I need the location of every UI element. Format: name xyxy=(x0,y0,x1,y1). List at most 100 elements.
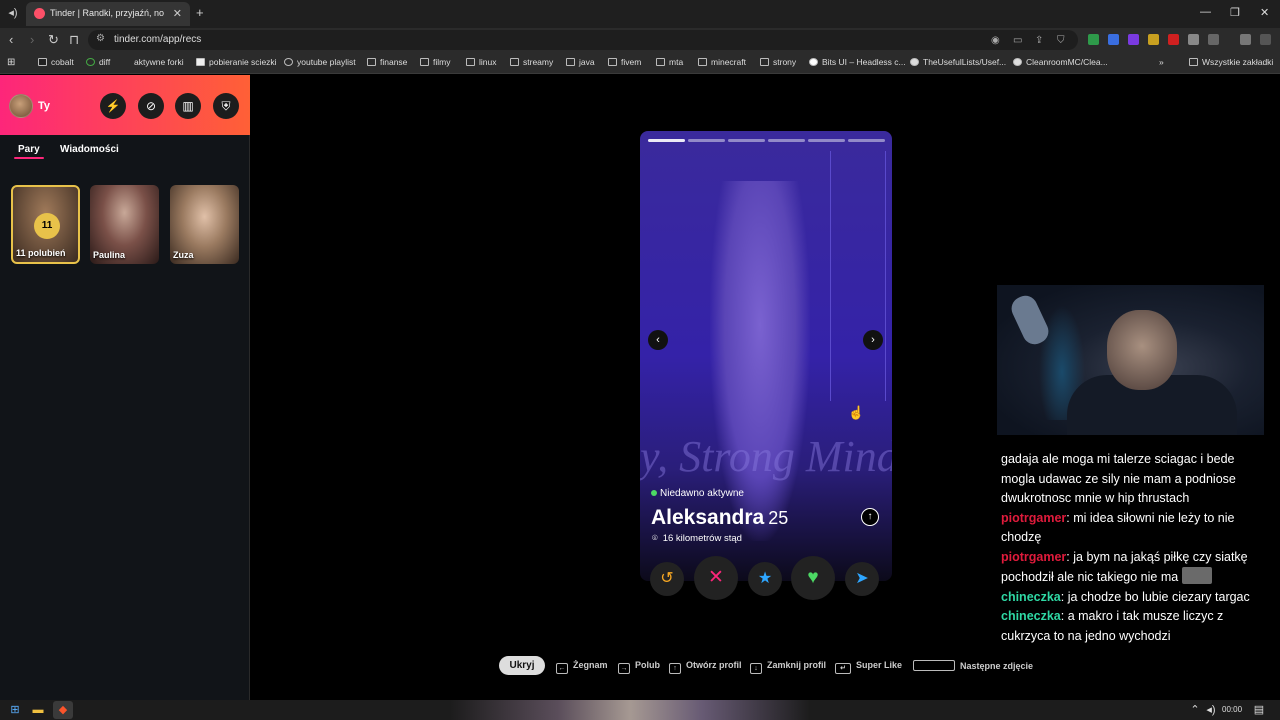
reload-icon[interactable]: ↻ xyxy=(48,32,59,48)
bookmark-item[interactable]: youtube playlist xyxy=(284,57,356,67)
new-tab-button[interactable]: + xyxy=(196,5,204,20)
match-name: Zuza xyxy=(173,250,194,260)
bookmark-folder[interactable]: java xyxy=(566,57,595,67)
shortcut-superlike: ↵ Super Like xyxy=(835,660,902,674)
bookmark-item[interactable]: TheUsefulLists/Usef... xyxy=(910,57,1006,67)
nope-button[interactable]: ✕ xyxy=(694,556,738,600)
extension-yellow-icon[interactable] xyxy=(1148,34,1159,45)
safety-shield-icon[interactable]: ⛨ xyxy=(213,93,239,119)
online-dot-icon xyxy=(651,490,657,496)
briefcase-icon[interactable]: ▥ xyxy=(175,93,201,119)
speaker-icon[interactable]: ◂) xyxy=(6,6,20,20)
chat-message: gadaja ale moga mi talerze sciagac i bed… xyxy=(1001,452,1236,505)
menu-icon[interactable] xyxy=(1260,34,1271,45)
bookmark-item[interactable]: Bits UI – Headless c... xyxy=(809,57,906,67)
close-window-icon[interactable]: ✕ xyxy=(1260,6,1269,19)
browser-tab-bar: ◂) Tinder | Randki, przyjaźń, nowe zn ✕ … xyxy=(0,0,1280,28)
chat-username: piotrgamer xyxy=(1001,549,1067,564)
browser-tab[interactable]: Tinder | Randki, przyjaźń, nowe zn ✕ xyxy=(26,2,190,26)
bookmark-item[interactable]: diff xyxy=(86,57,110,67)
shield-icon[interactable]: ⛉ xyxy=(1057,35,1065,46)
space-key-icon xyxy=(913,660,955,671)
all-bookmarks-folder[interactable]: Wszystkie zakładki xyxy=(1189,57,1273,67)
shortcut-open-profile: ↑ Otwórz profil xyxy=(669,660,742,674)
chat-username: chineczka xyxy=(1001,609,1061,623)
bookmark-icon[interactable]: ⊓ xyxy=(69,32,79,48)
likes-label: 11 polubień xyxy=(16,248,66,258)
close-tab-icon[interactable]: ✕ xyxy=(173,7,182,20)
bookmark-item[interactable]: CleanroomMC/Clea... xyxy=(1013,57,1108,67)
bookmark-folder[interactable]: filmy xyxy=(420,57,450,67)
boost-icon[interactable]: ⚡ xyxy=(100,93,126,119)
user-avatar[interactable] xyxy=(9,94,33,118)
minimize-icon[interactable]: — xyxy=(1200,6,1211,18)
url-text[interactable]: tinder.com/app/recs xyxy=(114,34,201,45)
bookmark-folder[interactable]: linux xyxy=(466,57,496,67)
activity-status: Niedawno aktywne xyxy=(651,488,744,499)
rewind-button[interactable]: ↺ xyxy=(650,562,684,596)
explore-icon[interactable]: ⊘ xyxy=(138,93,164,119)
extension-wave-icon[interactable] xyxy=(1108,34,1119,45)
bookmark-folder[interactable]: mta xyxy=(656,57,683,67)
url-field[interactable]: ⚙ tinder.com/app/recs ◉ ▭ ⇪ ⛉ xyxy=(88,30,1078,50)
taskbar-wallpaper-glow xyxy=(450,700,810,720)
notifications-icon[interactable]: ▤ xyxy=(1252,703,1266,717)
boost-button[interactable]: ➤ xyxy=(845,562,879,596)
bookmark-folder[interactable]: fivem xyxy=(608,57,641,67)
previous-photo-icon[interactable]: ‹ xyxy=(648,330,668,350)
sidebar-toggle-icon[interactable] xyxy=(1208,34,1219,45)
cast-icon[interactable]: ▭ xyxy=(1013,35,1022,46)
bookmark-folder[interactable]: minecraft xyxy=(698,57,746,67)
start-icon[interactable]: ⊞ xyxy=(8,703,22,717)
brave-browser-icon[interactable]: ◆ xyxy=(56,703,70,717)
shortcut-nope: ← Żegnam xyxy=(556,660,608,674)
next-photo-icon[interactable]: › xyxy=(863,330,883,350)
file-explorer-icon[interactable]: ▬ xyxy=(31,703,45,717)
webcam-overlay xyxy=(997,285,1264,435)
location-icon[interactable]: ◉ xyxy=(991,35,1000,46)
photo-progress-segment xyxy=(808,139,845,142)
media-icon[interactable] xyxy=(1240,34,1251,45)
distance: ⌾ 16 kilometrów stąd xyxy=(652,533,742,544)
open-profile-icon[interactable]: ↑ xyxy=(861,508,879,526)
extension-red-icon[interactable] xyxy=(1168,34,1179,45)
bookmark-folder[interactable]: strony xyxy=(760,57,796,67)
bookmark-item[interactable]: cobalt xyxy=(38,57,74,67)
arrow-right-key-icon: → xyxy=(618,663,630,674)
tab-matches[interactable]: Pary xyxy=(18,144,40,155)
extension-purple-icon[interactable] xyxy=(1128,34,1139,45)
volume-icon[interactable]: ◂) xyxy=(1204,703,1218,717)
photo-progress-segment xyxy=(768,139,805,142)
match-card-paulina[interactable]: Paulina xyxy=(90,185,159,264)
clock[interactable]: 00:00 xyxy=(1222,705,1242,714)
restore-icon[interactable]: ❐ xyxy=(1230,6,1240,19)
like-button[interactable]: ♥ xyxy=(791,556,835,600)
back-icon[interactable]: ‹ xyxy=(9,32,13,47)
likes-you-card[interactable]: 11 11 polubień xyxy=(11,185,80,264)
hand-cursor-icon: ☝ xyxy=(848,405,865,420)
hide-shortcuts-button[interactable]: Ukryj xyxy=(499,656,545,675)
bookmark-folder[interactable]: streamy xyxy=(510,57,553,67)
arrow-left-key-icon: ← xyxy=(556,663,568,674)
bookmark-item[interactable]: pobieranie sciezki xyxy=(196,57,277,67)
extension-check-icon[interactable] xyxy=(1088,34,1099,45)
shortcut-like: → Polub xyxy=(618,660,660,674)
tab-messages[interactable]: Wiadomości xyxy=(60,144,119,155)
chat-message: chineczka: a makro i tak musze liczyc z … xyxy=(1001,609,1224,643)
site-settings-icon[interactable]: ⚙ xyxy=(96,33,105,44)
tray-chevron-icon[interactable]: ⌃ xyxy=(1188,703,1202,717)
superlike-button[interactable]: ★ xyxy=(748,562,782,596)
apps-grid-icon[interactable]: ⊞ xyxy=(7,57,15,68)
user-name[interactable]: Ty xyxy=(38,100,50,112)
profile-card[interactable]: y, Strong Mind ‹ › Niedawno aktywne Alek… xyxy=(640,131,892,581)
photo-progress-segment xyxy=(728,139,765,142)
share-icon[interactable]: ⇪ xyxy=(1035,35,1043,46)
sidebar-header: Ty ⚡ ⊘ ▥ ⛨ xyxy=(0,75,250,135)
forward-icon[interactable]: › xyxy=(30,32,34,47)
bookmark-item[interactable]: aktywne forki xyxy=(124,57,184,67)
match-card-zuza[interactable]: Zuza xyxy=(170,185,239,264)
bookmark-folder[interactable]: finanse xyxy=(367,57,407,67)
extensions-puzzle-icon[interactable] xyxy=(1188,34,1199,45)
more-bookmarks-icon[interactable]: » xyxy=(1159,57,1164,67)
webcam-face xyxy=(1107,310,1177,390)
